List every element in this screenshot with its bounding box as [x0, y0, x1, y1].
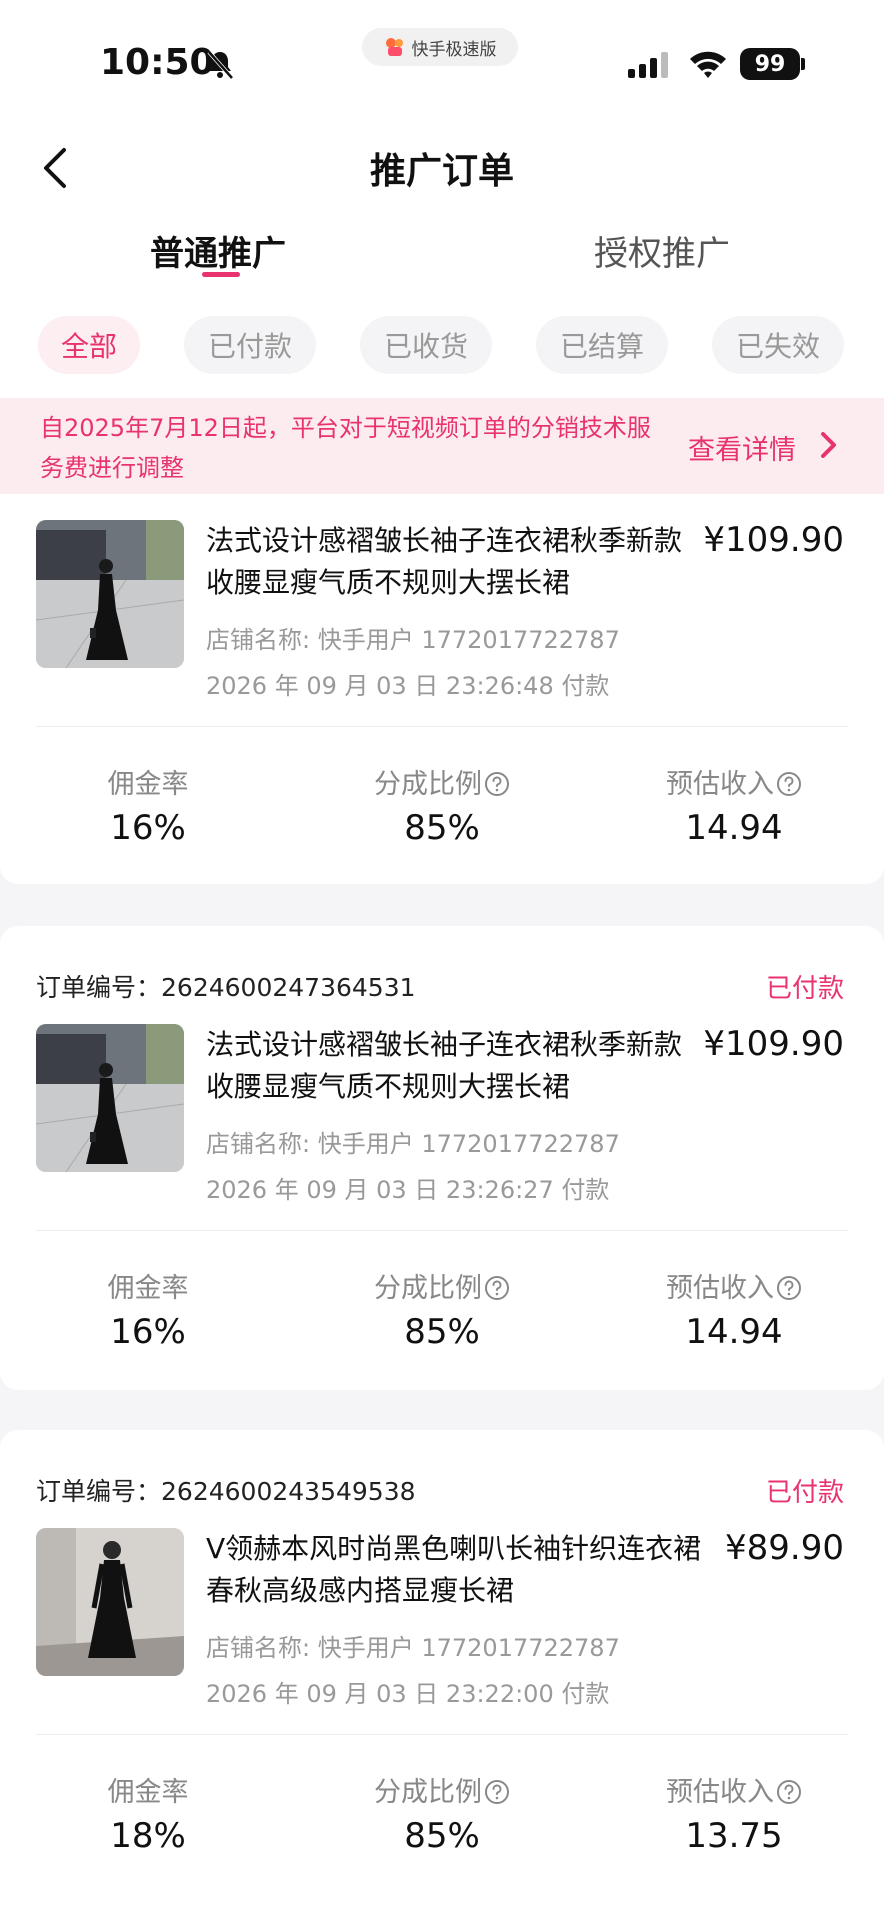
wifi-icon	[690, 51, 726, 78]
notice-details-link[interactable]: 查看详情	[688, 428, 796, 467]
page-title: 推广订单	[369, 151, 514, 192]
divider	[36, 1734, 848, 1735]
active-tab-indicator	[202, 272, 240, 277]
share-ratio-value: 85%	[404, 1312, 480, 1352]
commission-rate-label: 佣金率	[107, 1273, 189, 1304]
help-icon[interactable]	[484, 1275, 510, 1301]
commission-rate-value: 18%	[110, 1816, 186, 1856]
product-title[interactable]: 法式设计感褶皱长袖子连衣裙秋季新款收腰显瘦气质不规则大摆长裙	[206, 1024, 682, 1108]
order-number: 订单编号：2624600243549538	[36, 1477, 416, 1506]
pay-time: 2026 年 09 月 03 日 23:26:27 付款	[206, 1176, 610, 1204]
filter-all[interactable]: 全部	[38, 316, 140, 374]
estimated-income-value: 13.75	[685, 1816, 783, 1856]
commission-rate-value: 16%	[110, 808, 186, 848]
signal-icon	[628, 52, 668, 78]
product-price: ¥109.90	[703, 520, 844, 560]
battery-indicator: 99	[740, 48, 800, 80]
help-icon[interactable]	[484, 1779, 510, 1805]
filter-settled[interactable]: 已结算	[536, 316, 668, 374]
divider	[36, 1230, 848, 1231]
order-status: 已付款	[765, 1478, 844, 1508]
shop-name: 店铺名称: 快手用户 1772017722787	[206, 1130, 620, 1158]
tab-normal-promotion[interactable]: 普通推广	[150, 226, 286, 275]
share-ratio-label: 分成比例	[312, 1266, 572, 1305]
share-ratio-value: 85%	[404, 808, 480, 848]
filter-paid[interactable]: 已付款	[184, 316, 316, 374]
help-icon[interactable]	[776, 1779, 802, 1805]
shop-name: 店铺名称: 快手用户 1772017722787	[206, 1634, 620, 1662]
estimated-income-value: 14.94	[685, 808, 783, 848]
app-name: 快手极速版	[411, 39, 497, 60]
order-status: 已付款	[765, 974, 844, 1004]
status-time: 10:50	[100, 42, 215, 83]
help-icon[interactable]	[484, 771, 510, 797]
product-title[interactable]: V领赫本风时尚黑色喇叭长袖针织连衣裙春秋高级感内搭显瘦长裙	[206, 1528, 706, 1612]
filter-invalid[interactable]: 已失效	[712, 316, 844, 374]
estimated-income-value: 14.94	[685, 1312, 783, 1352]
product-thumbnail[interactable]	[36, 1024, 184, 1172]
product-title[interactable]: 法式设计感褶皱长袖子连衣裙秋季新款收腰显瘦气质不规则大摆长裙	[206, 520, 682, 604]
help-icon[interactable]	[776, 1275, 802, 1301]
divider	[36, 726, 848, 727]
order-card[interactable]: 订单编号：2624600247364531 已付款 法式设计感褶皱长袖子连衣裙秋…	[0, 926, 884, 1390]
kuaishou-logo-icon	[385, 38, 403, 56]
bell-muted-icon	[207, 50, 234, 80]
share-ratio-value: 85%	[404, 1816, 480, 1856]
help-icon[interactable]	[776, 771, 802, 797]
product-thumbnail[interactable]	[36, 1528, 184, 1676]
order-card[interactable]: 订单编号：2624600243549538 已付款 V领赫本风时尚黑色喇叭长袖针…	[0, 1430, 884, 1920]
share-ratio-label: 分成比例	[312, 1770, 572, 1809]
notice-text: 自2025年7月12日起，平台对于短视频订单的分销技术服务费进行调整	[40, 414, 651, 482]
commission-rate-value: 16%	[110, 1312, 186, 1352]
share-ratio-label: 分成比例	[312, 762, 572, 801]
tab-authorized-promotion[interactable]: 授权推广	[594, 226, 730, 275]
battery-tip	[801, 58, 805, 70]
product-price: ¥89.90	[725, 1528, 844, 1568]
pay-time: 2026 年 09 月 03 日 23:26:48 付款	[206, 672, 610, 700]
app-indicator: 快手极速版	[362, 28, 518, 66]
order-card[interactable]: 法式设计感褶皱长袖子连衣裙秋季新款收腰显瘦气质不规则大摆长裙 ¥109.90 店…	[0, 494, 884, 884]
pay-time: 2026 年 09 月 03 日 23:22:00 付款	[206, 1680, 610, 1708]
order-number: 订单编号：2624600247364531	[36, 973, 416, 1002]
filter-received[interactable]: 已收货	[360, 316, 492, 374]
product-thumbnail[interactable]	[36, 520, 184, 668]
estimated-income-label: 预估收入	[604, 1266, 864, 1305]
commission-rate-label: 佣金率	[107, 1777, 189, 1808]
estimated-income-label: 预估收入	[604, 762, 864, 801]
commission-rate-label: 佣金率	[107, 769, 189, 800]
shop-name: 店铺名称: 快手用户 1772017722787	[206, 626, 620, 654]
chevron-right-icon[interactable]	[818, 430, 838, 460]
product-price: ¥109.90	[703, 1024, 844, 1064]
estimated-income-label: 预估收入	[604, 1770, 864, 1809]
